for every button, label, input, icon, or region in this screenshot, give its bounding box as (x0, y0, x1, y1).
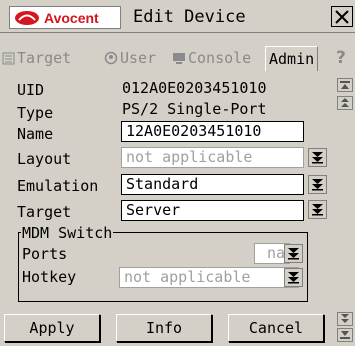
page-down-button[interactable] (337, 312, 353, 326)
chevron-down-icon (312, 152, 323, 164)
scroll-up-button[interactable] (337, 78, 353, 92)
chevron-double-down-icon (341, 314, 349, 323)
emulation-dropdown-button[interactable] (308, 175, 327, 194)
avocent-logo-icon (15, 10, 39, 25)
uid-value: 012A0E0203451010 (122, 79, 267, 97)
chevron-up-icon (340, 81, 350, 89)
window-title: Edit Device (133, 7, 246, 27)
console-icon (173, 52, 185, 64)
hotkey-select[interactable]: not applicable (119, 267, 299, 288)
chevron-down-icon (312, 179, 323, 191)
chevron-down-icon (288, 272, 299, 284)
apply-button[interactable]: Apply (4, 314, 100, 342)
close-button[interactable] (331, 6, 353, 27)
ports-label: Ports (22, 245, 68, 263)
user-icon (104, 51, 118, 65)
help-button[interactable]: ? (336, 48, 346, 68)
target-icon (2, 52, 15, 64)
tab-target-label: Target (17, 49, 72, 67)
chevron-down-icon (312, 204, 323, 216)
ports-dropdown-button[interactable] (284, 244, 303, 263)
chevron-down-icon (288, 248, 299, 260)
cancel-button[interactable]: Cancel (228, 314, 324, 342)
close-icon (335, 9, 349, 24)
tab-console[interactable]: Console (172, 46, 251, 70)
tab-admin[interactable]: Admin (265, 46, 319, 71)
tab-admin-label: Admin (269, 50, 315, 68)
chevron-double-up-icon (341, 98, 349, 107)
layout-label: Layout (17, 150, 72, 168)
layout-dropdown-button[interactable] (308, 148, 327, 167)
emulation-label: Emulation (17, 177, 99, 195)
target-label: Target (17, 203, 72, 221)
type-label: Type (17, 104, 54, 122)
layout-select[interactable]: not applicable (121, 147, 304, 168)
target-dropdown-button[interactable] (308, 200, 327, 219)
tab-target[interactable]: Target (2, 46, 71, 70)
hotkey-label: Hotkey (22, 268, 77, 286)
target-select[interactable]: Server (121, 200, 304, 221)
type-value: PS/2 Single-Port (122, 100, 267, 118)
title-bar: Avocent Edit Device (0, 0, 355, 33)
page-up-button[interactable] (337, 96, 353, 110)
mdm-switch-title: MDM Switch (21, 224, 114, 242)
tab-user-label: User (120, 49, 157, 67)
info-button[interactable]: Info (116, 314, 212, 342)
brand-name: Avocent (44, 9, 99, 26)
tab-bar: Target User Console Admin (0, 46, 355, 71)
name-input[interactable]: 12A0E0203451010 (121, 121, 304, 142)
emulation-select[interactable]: Standard (121, 174, 304, 195)
uid-label: UID (17, 81, 45, 99)
tab-user[interactable]: User (104, 46, 156, 70)
chevron-down-icon (340, 331, 350, 339)
scroll-down-button[interactable] (337, 328, 353, 342)
name-label: Name (17, 125, 54, 143)
tab-console-label: Console (188, 49, 252, 67)
avocent-logo: Avocent (9, 6, 121, 29)
hotkey-dropdown-button[interactable] (284, 268, 303, 287)
